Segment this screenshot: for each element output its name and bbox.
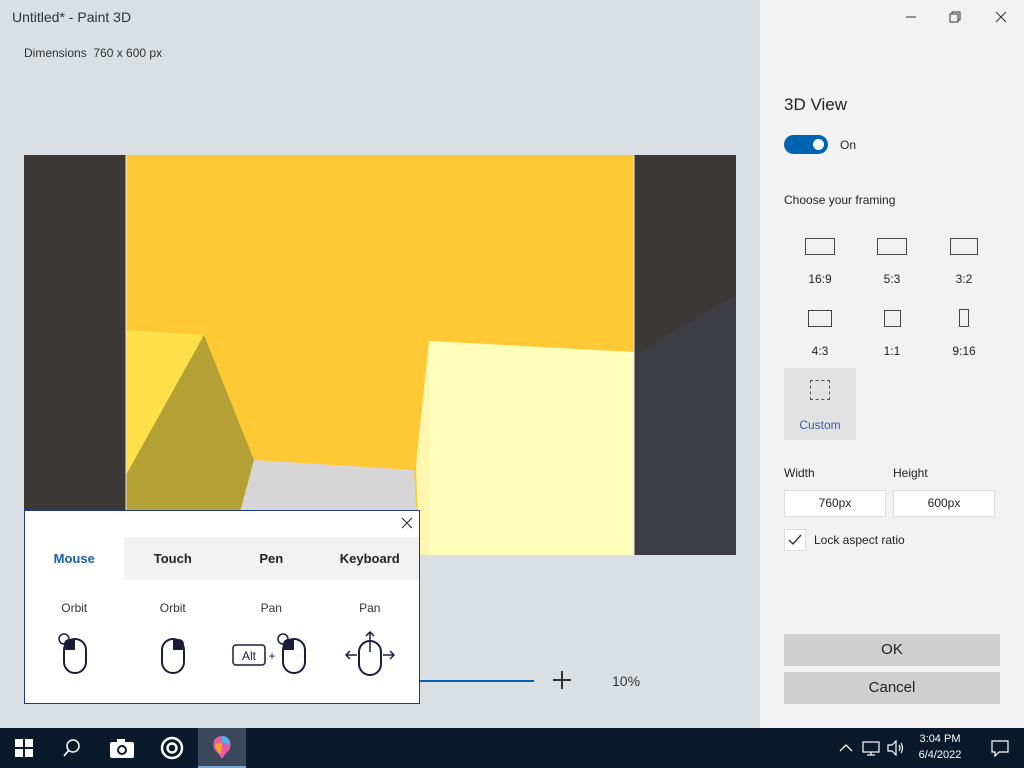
height-field[interactable]: 600px [893,490,995,517]
tab-pen[interactable]: Pen [222,537,321,580]
taskbar-camera-app[interactable] [98,728,146,768]
taskbar: 3:04 PM 6/4/2022 [0,728,1024,768]
clock-time: 3:04 PM [919,733,961,745]
action-label: Pan [260,601,282,615]
framing-label: Choose your framing [784,193,896,207]
tab-mouse[interactable]: Mouse [25,537,124,580]
3d-view-toggle[interactable] [784,135,828,154]
framing-5-3[interactable]: 5:3 [856,226,928,298]
lock-aspect-checkbox[interactable] [784,529,806,551]
framing-custom[interactable]: Custom [784,368,856,440]
navigation-help-popup: Mouse Touch Pen Keyboard Orbit Orbit Pan… [24,510,420,704]
close-icon[interactable] [399,515,415,531]
width-field[interactable]: 760px [784,490,886,517]
restore-icon[interactable] [942,6,968,28]
window-title: Untitled* - Paint 3D [12,9,132,25]
panel-title: 3D View [784,95,847,114]
search-icon [63,739,80,757]
mouse-right-click-icon [160,638,185,674]
ok-button[interactable]: OK [784,634,1000,666]
framing-4-3[interactable]: 4:3 [784,298,856,370]
taskbar-clock[interactable]: 3:04 PM 6/4/2022 [912,731,968,763]
framing-3-2[interactable]: 3:2 [928,226,1000,298]
show-hidden-icons[interactable] [834,728,858,768]
help-action: Orbit [124,601,223,679]
camera-icon [110,739,134,758]
volume-control[interactable] [884,728,908,768]
speaker-icon [887,740,904,756]
lock-aspect-label: Lock aspect ratio [814,533,905,547]
network-status[interactable] [858,728,884,768]
network-icon [862,741,880,756]
main-area: Untitled* - Paint 3D Dimensions 760 x 60… [0,0,760,728]
window-close-icon[interactable] [988,6,1014,28]
help-action: Pan [321,601,420,679]
alt-plus-mouse-icon: Alt + [232,633,307,674]
groove-music-icon [160,736,184,760]
scene-svg [24,155,736,555]
dimensions-label: Dimensions 760 x 600 px [24,46,163,60]
framing-16-9[interactable]: 16:9 [784,226,856,298]
windows-logo-icon [15,739,33,757]
framing-label-16-9: 16:9 [808,272,832,286]
zoom-in-icon[interactable] [552,670,572,690]
framing-label-custom: Custom [799,418,841,432]
help-tabs: Mouse Touch Pen Keyboard [25,537,419,580]
canvas-3d-view[interactable] [24,155,736,555]
tab-keyboard[interactable]: Keyboard [321,537,420,580]
framing-label-9-16: 9:16 [952,344,976,358]
toggle-label: On [840,138,857,152]
tab-touch[interactable]: Touch [124,537,223,580]
framing-label-5-3: 5:3 [883,272,901,286]
paint3d-icon [213,736,231,758]
action-label: Orbit [61,601,88,615]
help-action: Orbit [25,601,124,679]
help-action: Pan Alt + [222,601,321,679]
start-button[interactable] [0,728,48,768]
alt-key-label: Alt [242,649,257,663]
framing-9-16[interactable]: 9:16 [928,298,1000,370]
view-settings-panel: 3D View On Choose your framing 16:9 5:3 … [760,0,1024,728]
checkmark-icon [788,534,802,546]
taskbar-paint3d-app[interactable] [198,728,246,768]
width-label: Width [784,466,815,480]
framing-1-1[interactable]: 1:1 [856,298,928,370]
search-button[interactable] [48,728,96,768]
taskbar-groove-app[interactable] [148,728,196,768]
framing-label-4-3: 4:3 [811,344,829,358]
zoom-slider[interactable] [418,680,534,682]
action-center-button[interactable] [976,728,1024,768]
cancel-button[interactable]: Cancel [784,672,1000,704]
plus-sign: + [269,649,276,663]
action-label: Pan [359,601,381,615]
height-label: Height [893,466,928,480]
chevron-up-icon [839,744,853,752]
mouse-move-arrows-icon [344,631,395,676]
mouse-left-click-icon [58,633,88,674]
minimize-icon[interactable] [898,6,924,28]
framing-label-1-1: 1:1 [883,344,901,358]
framing-label-3-2: 3:2 [955,272,973,286]
zoom-level: 10% [612,673,641,689]
action-label: Orbit [159,601,186,615]
clock-date: 6/4/2022 [918,749,962,761]
notifications-icon [991,740,1009,757]
